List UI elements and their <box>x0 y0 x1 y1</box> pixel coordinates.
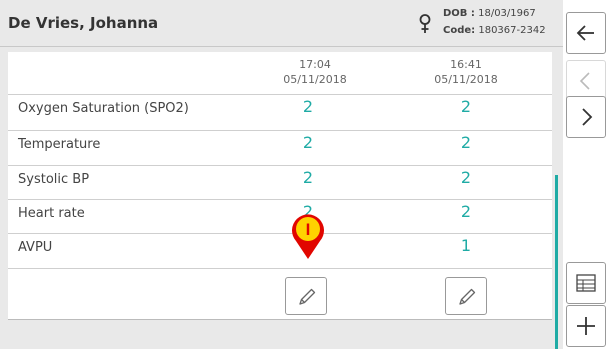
table-view-button[interactable] <box>566 262 606 304</box>
back-button[interactable] <box>566 12 606 54</box>
table-row: Heart rate 2 2 <box>8 199 552 228</box>
edit-button-column-2[interactable] <box>445 277 487 315</box>
column-date: 05/11/2018 <box>434 73 498 86</box>
scrollbar[interactable] <box>555 175 558 349</box>
table-icon <box>576 274 596 292</box>
chevron-left-icon <box>579 72 590 90</box>
callout-marker: I <box>292 214 324 259</box>
row-label: Oxygen Saturation (SPO2) <box>18 101 189 116</box>
edit-button-column-1[interactable] <box>285 277 327 315</box>
row-label: AVPU <box>18 240 53 255</box>
score-table: 17:04 05/11/2018 16:41 05/11/2018 Oxygen… <box>8 52 552 320</box>
score-value: 2 <box>460 202 472 221</box>
navigation-bar <box>563 0 611 349</box>
content-panel: 17:04 05/11/2018 16:41 05/11/2018 Oxygen… <box>0 47 563 349</box>
patient-header: De Vries, Johanna DOB : 18/03/1967 Code:… <box>0 0 563 47</box>
table-row: Temperature 2 2 <box>8 130 552 159</box>
score-value: 2 <box>302 168 314 187</box>
chevron-right-icon <box>582 108 593 126</box>
row-label: Temperature <box>18 137 101 152</box>
column-date: 05/11/2018 <box>283 73 347 86</box>
score-value: 2 <box>460 168 472 187</box>
next-button[interactable] <box>566 96 606 138</box>
dob-label: DOB : <box>443 8 475 19</box>
row-label: Systolic BP <box>18 172 90 187</box>
arrow-left-icon <box>576 25 594 41</box>
pencil-icon <box>459 288 476 305</box>
table-row: AVPU 1 <box>8 233 552 262</box>
score-value: 2 <box>460 97 472 116</box>
score-value: 2 <box>302 133 314 152</box>
score-value: 2 <box>302 97 314 116</box>
female-icon <box>417 13 433 35</box>
dob-value: 18/03/1967 <box>478 8 536 19</box>
code-label: Code: <box>443 25 476 36</box>
pencil-icon <box>299 288 316 305</box>
score-value: 2 <box>460 133 472 152</box>
dob: DOB : 18/03/1967 <box>443 8 536 19</box>
score-value: 1 <box>460 236 472 255</box>
table-row: Systolic BP 2 2 <box>8 165 552 194</box>
patient-code: Code: 180367-2342 <box>443 25 546 36</box>
add-button[interactable] <box>566 305 606 347</box>
table-row: Oxygen Saturation (SPO2) 2 2 <box>8 94 552 123</box>
edit-row <box>8 268 552 320</box>
marker-label: I <box>306 220 311 239</box>
column-header-1: 17:04 05/11/2018 <box>255 57 375 87</box>
plus-icon <box>577 317 595 335</box>
column-time: 17:04 <box>299 58 331 71</box>
code-value: 180367-2342 <box>478 25 546 36</box>
column-header-2: 16:41 05/11/2018 <box>406 57 526 87</box>
row-label: Heart rate <box>18 206 85 221</box>
column-time: 16:41 <box>450 58 482 71</box>
patient-name: De Vries, Johanna <box>8 14 159 32</box>
